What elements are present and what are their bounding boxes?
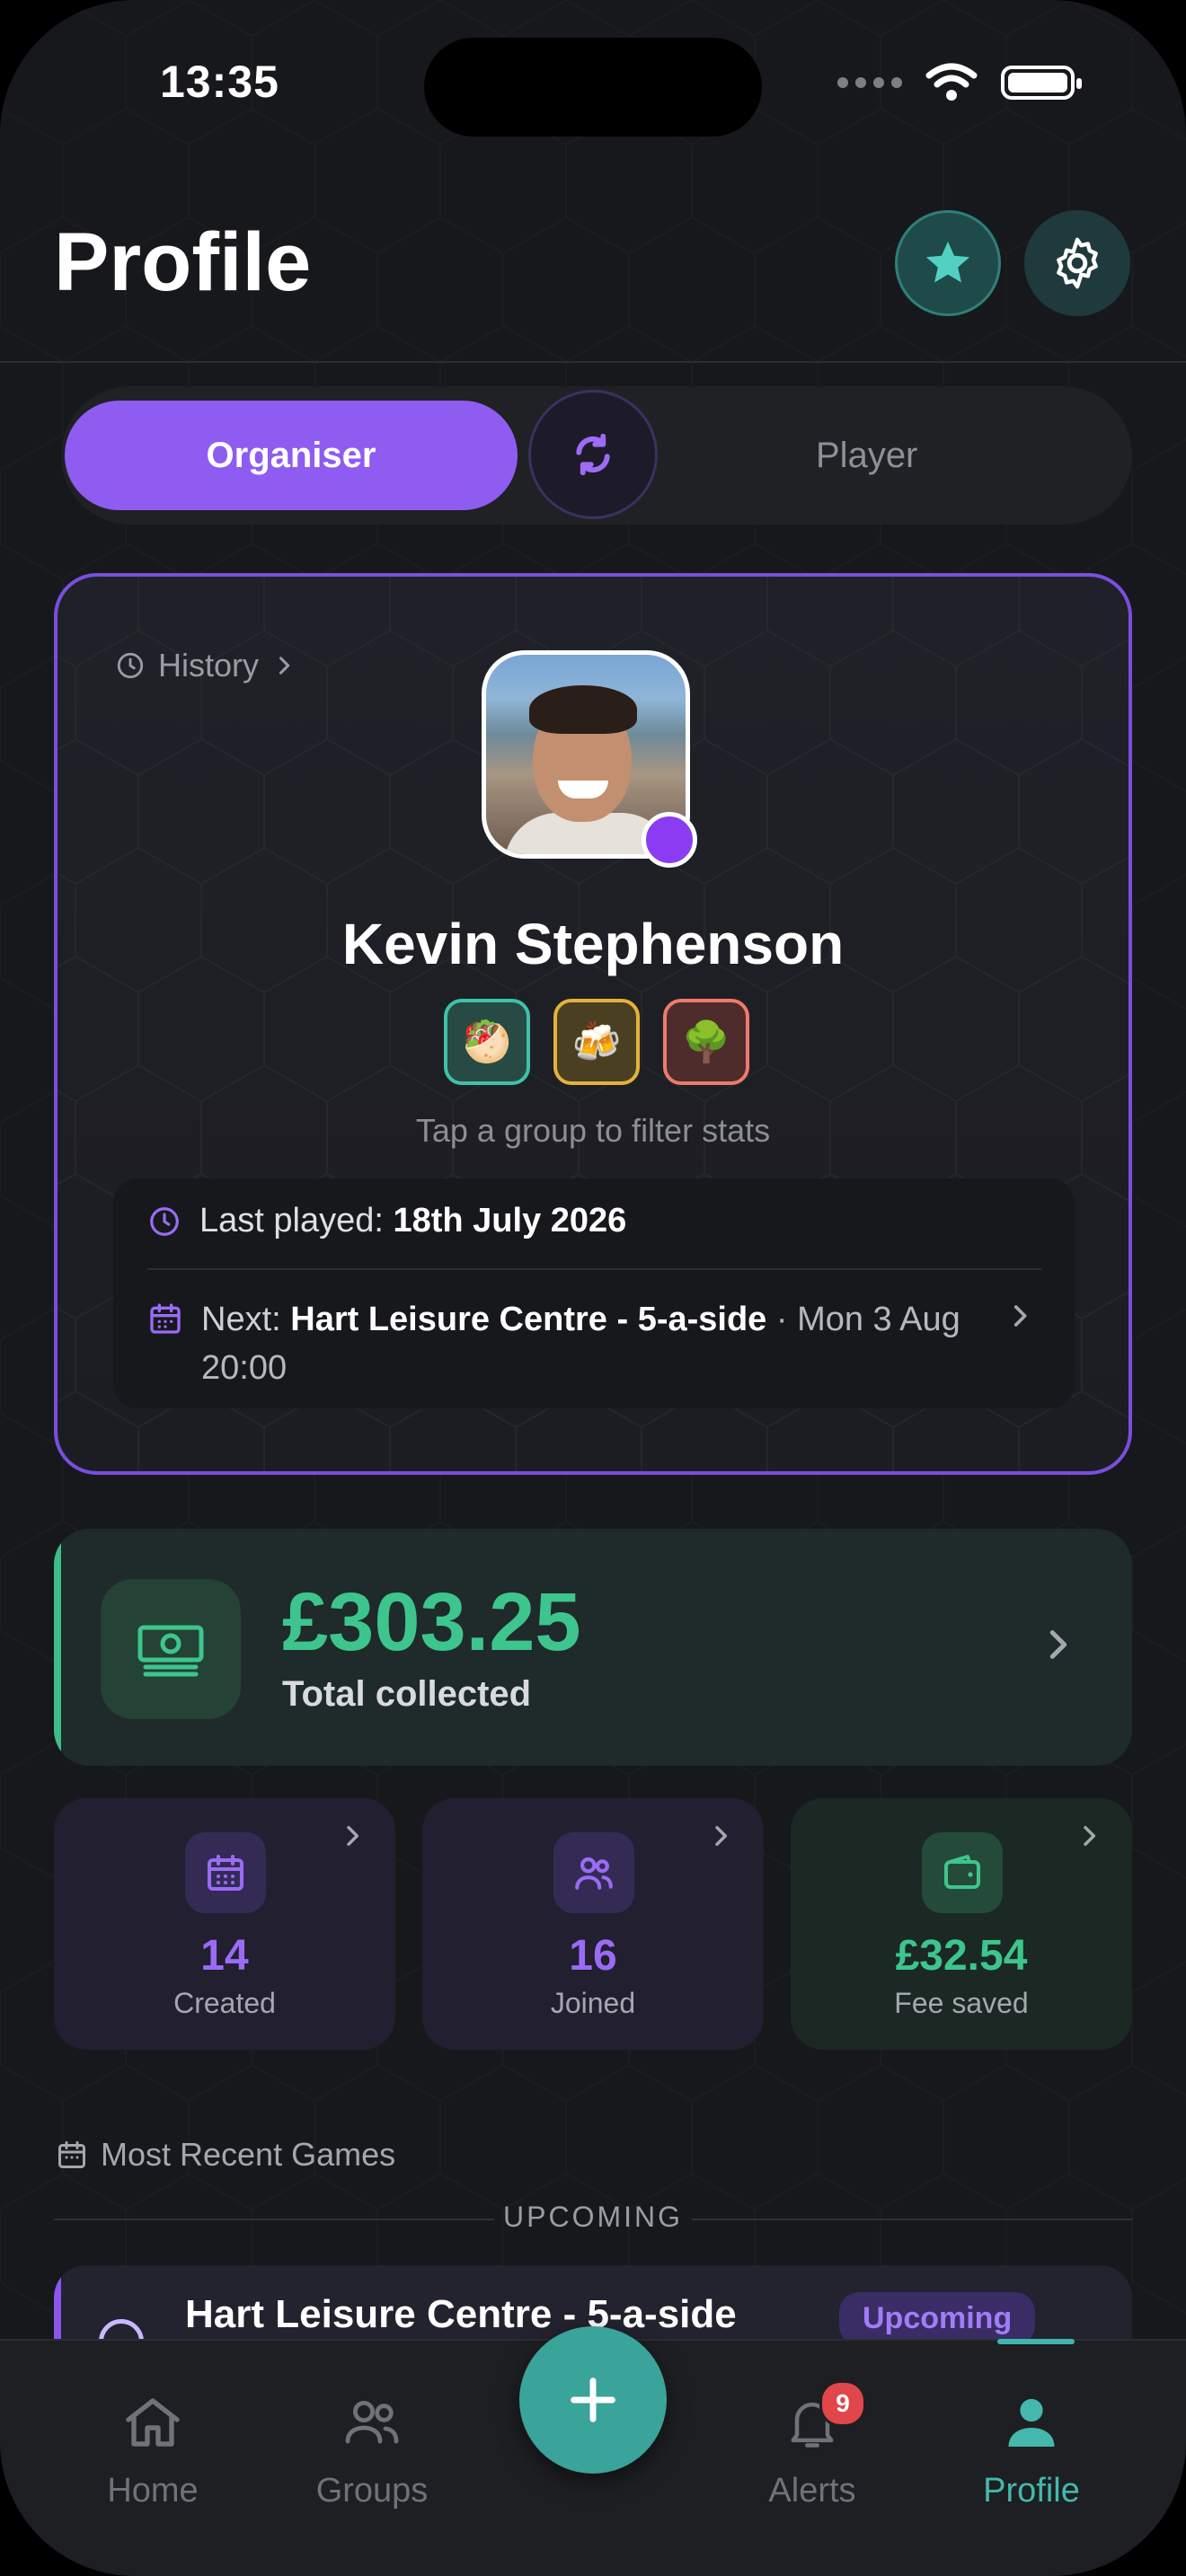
recent-games-heading: Most Recent Games [56,2136,395,2174]
plus-icon [571,2378,615,2422]
activity-panel: Last played: 18th July 2026 Next: Hart L… [113,1178,1075,1408]
signal-icon [837,77,902,88]
tab-alerts[interactable]: 9 Alerts [722,2380,902,2510]
total-collected-label: Total collected [282,1674,532,1714]
total-accent-bar [54,1529,61,1766]
tab-home[interactable]: Home [63,2386,243,2510]
status-icons [837,63,1082,102]
stat-fee-saved-value: £32.54 [895,1932,1028,1980]
calendar-icon [58,2141,85,2168]
group-filters: 🥙 🍻 🌳 [444,999,749,1085]
star-icon [925,241,970,283]
stat-created-card[interactable]: 14 Created [54,1798,395,2050]
clock-icon [117,652,144,679]
wifi-icon [925,63,978,101]
tab-groups[interactable]: Groups [282,2386,462,2510]
people-icon [345,2401,399,2444]
chevron-right-icon [1013,1305,1027,1327]
tab-profile[interactable]: Profile [942,2386,1121,2510]
gear-icon [1057,237,1098,289]
stat-fee-saved-card[interactable]: £32.54 Fee saved [791,1798,1132,2050]
clock-icon [150,1206,179,1236]
tab-alerts-label: Alerts [768,2472,856,2510]
group-filter-2[interactable]: 🍻 [553,999,640,1085]
next-label: Next: [201,1301,291,1338]
activity-divider [147,1268,1042,1270]
people-icon [553,1832,634,1913]
total-collected-card[interactable]: £303.25 Total collected [54,1529,1132,1766]
header-divider [0,361,1186,363]
role-switch: Organiser Player [61,386,1132,525]
home-icon [126,2398,180,2447]
last-played-value: 18th July 2026 [393,1202,627,1239]
profile-name: Kevin Stephenson [341,912,845,976]
group-filter-1[interactable]: 🥙 [444,999,530,1085]
total-collected-value: £303.25 [282,1576,581,1668]
history-label: History [158,647,260,684]
status-time: 13:35 [160,57,279,107]
chevron-right-icon [1084,1825,1096,1847]
group-filter-hint: Tap a group to filter stats [415,1112,771,1149]
tab-groups-label: Groups [315,2472,429,2510]
last-played-row: Last played: 18th July 2026 [147,1202,626,1240]
chevron-right-icon [715,1825,728,1847]
wallet-icon [922,1832,1003,1913]
status-badge: Upcoming [839,2292,1036,2345]
cash-icon [101,1579,241,1719]
screen: 13:35 Profile Organiser Player History K… [0,0,1186,2576]
recent-games-label: Most Recent Games [101,2136,396,2173]
chevron-right-icon [279,657,290,675]
calendar-icon [150,1303,181,1334]
chevron-right-icon [1049,1630,1067,1659]
group-filter-3[interactable]: 🌳 [663,999,749,1085]
tab-organiser[interactable]: Organiser [65,401,518,510]
stat-fee-saved-label: Fee saved [894,1987,1029,2019]
dynamic-island [424,38,762,137]
battery-icon [1001,66,1082,100]
calendar-icon [185,1832,266,1913]
alerts-badge: 9 [819,2380,866,2427]
section-divider-right [692,2219,1132,2220]
page-title: Profile [54,216,312,308]
stat-joined-card[interactable]: 16 Joined [422,1798,764,2050]
stat-joined-value: 16 [569,1932,617,1980]
stat-created-label: Created [173,1987,276,2019]
active-tab-indicator [997,2339,1075,2344]
last-played-label: Last played: [199,1202,394,1239]
swap-role-button[interactable] [528,390,658,519]
tab-profile-label: Profile [983,2472,1080,2510]
stat-created-value: 14 [200,1932,249,1980]
section-label-upcoming: UPCOMING [503,2201,683,2233]
settings-button[interactable] [1024,210,1130,316]
next-venue: Hart Leisure Centre - 5-a-side [290,1301,767,1338]
tab-home-label: Home [107,2472,199,2510]
favourites-button[interactable] [895,210,1001,316]
person-icon [1008,2398,1055,2447]
swap-icon [576,433,610,476]
add-game-button[interactable] [519,2326,667,2474]
tab-player[interactable]: Player [816,386,917,525]
profile-card: History Kevin Stephenson 🥙 🍻 🌳 Tap a gro… [54,573,1132,1475]
online-status-dot [642,812,697,868]
stat-joined-label: Joined [550,1987,636,2019]
next-game-row[interactable]: Next: Hart Leisure Centre - 5-a-side · M… [147,1295,1001,1392]
chevron-right-icon [347,1825,359,1847]
game-title: Hart Leisure Centre - 5-a-side [185,2292,737,2336]
history-link[interactable]: History [115,647,296,684]
